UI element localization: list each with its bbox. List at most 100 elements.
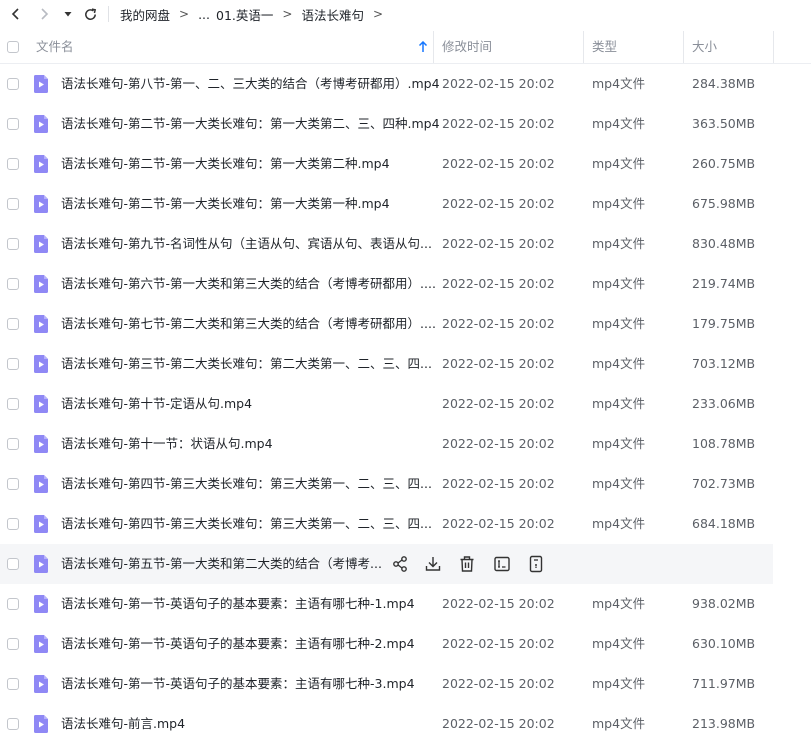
file-type: mp4文件: [592, 356, 646, 371]
video-file-icon: [34, 315, 48, 333]
breadcrumb-parent[interactable]: 01.英语一: [216, 5, 273, 24]
column-header-name[interactable]: 文件名: [36, 31, 74, 63]
file-size: 219.74MB: [692, 276, 756, 291]
row-checkbox[interactable]: [7, 118, 19, 130]
file-name[interactable]: 语法长难句-第三节-第二大类长难句：第二大类第一、二、三、四...: [61, 344, 432, 384]
row-checkbox[interactable]: [7, 718, 19, 730]
file-row[interactable]: 语法长难句-第八节-第一、二、三大类的结合（考博考研都用）.mp4 2022-0…: [0, 64, 773, 104]
file-size: 108.78MB: [692, 436, 756, 451]
video-file-icon: [34, 515, 48, 533]
file-row[interactable]: 语法长难句-前言.mp4 2022-02-15 20:02 mp4文件 213.…: [0, 704, 773, 744]
file-row[interactable]: 语法长难句-第九节-名词性从句（主语从句、宾语从句、表语从句... 2022-0…: [0, 224, 773, 264]
column-divider[interactable]: [433, 31, 434, 63]
row-checkbox[interactable]: [7, 278, 19, 290]
file-row[interactable]: 语法长难句-第六节-第一大类和第三大类的结合（考博考研都用）.... 2022-…: [0, 264, 773, 304]
sort-ascending-icon[interactable]: [418, 41, 428, 53]
file-row[interactable]: 语法长难句-第四节-第三大类长难句：第三大类第一、二、三、四... 2022-0…: [0, 504, 773, 544]
file-size: 284.38MB: [692, 76, 756, 91]
select-all-checkbox[interactable]: [7, 41, 19, 53]
row-checkbox[interactable]: [7, 638, 19, 650]
share-icon[interactable]: [391, 555, 409, 573]
file-type: mp4文件: [592, 196, 646, 211]
file-type: mp4文件: [592, 596, 646, 611]
file-row[interactable]: 语法长难句-第二节-第一大类长难句：第一大类第二种.mp4 2022-02-15…: [0, 144, 773, 184]
row-checkbox[interactable]: [7, 558, 19, 570]
file-size: 179.75MB: [692, 316, 756, 331]
column-divider[interactable]: [583, 31, 584, 63]
forward-button[interactable]: [34, 4, 54, 24]
row-checkbox[interactable]: [7, 478, 19, 490]
file-modified-time: 2022-02-15 20:02: [442, 476, 555, 491]
row-checkbox[interactable]: [7, 398, 19, 410]
file-name[interactable]: 语法长难句-第二节-第一大类长难句：第一大类第一种.mp4: [61, 184, 390, 224]
file-row[interactable]: 语法长难句-第十节-定语从句.mp4 2022-02-15 20:02 mp4文…: [0, 384, 773, 424]
file-size: 938.02MB: [692, 596, 756, 611]
file-name[interactable]: 语法长难句-第一节-英语句子的基本要素：主语有哪七种-2.mp4: [61, 624, 415, 664]
file-row[interactable]: 语法长难句-第四节-第三大类长难句：第三大类第一、二、三、四... 2022-0…: [0, 464, 773, 504]
details-icon[interactable]: [527, 555, 545, 573]
row-checkbox[interactable]: [7, 198, 19, 210]
history-dropdown-button[interactable]: [60, 4, 76, 24]
file-size: 684.18MB: [692, 516, 756, 531]
rename-icon[interactable]: [493, 555, 511, 573]
file-row[interactable]: 语法长难句-第五节-第一大类和第二大类的结合（考博考...: [0, 544, 773, 584]
file-row[interactable]: 语法长难句-第一节-英语句子的基本要素：主语有哪七种-3.mp4 2022-02…: [0, 664, 773, 704]
refresh-button[interactable]: [80, 4, 100, 24]
file-row[interactable]: 语法长难句-第二节-第一大类长难句：第一大类第二、三、四种.mp4 2022-0…: [0, 104, 773, 144]
file-name[interactable]: 语法长难句-第二节-第一大类长难句：第一大类第二、三、四种.mp4: [61, 104, 440, 144]
breadcrumb-root[interactable]: 我的网盘: [120, 5, 170, 24]
column-header-modified[interactable]: 修改时间: [442, 31, 492, 63]
file-row[interactable]: 语法长难句-第一节-英语句子的基本要素：主语有哪七种-1.mp4 2022-02…: [0, 584, 773, 624]
file-name[interactable]: 语法长难句-第四节-第三大类长难句：第三大类第一、二、三、四...: [61, 464, 432, 504]
row-checkbox[interactable]: [7, 518, 19, 530]
file-name[interactable]: 语法长难句-第七节-第二大类和第三大类的结合（考博考研都用）....: [61, 304, 436, 344]
caret-down-icon: [64, 12, 72, 17]
download-icon[interactable]: [424, 555, 442, 573]
file-size: 675.98MB: [692, 196, 756, 211]
file-size: 260.75MB: [692, 156, 756, 171]
file-type: mp4文件: [592, 236, 646, 251]
row-checkbox[interactable]: [7, 358, 19, 370]
row-checkbox[interactable]: [7, 78, 19, 90]
video-file-icon: [34, 715, 48, 733]
file-name[interactable]: 语法长难句-第九节-名词性从句（主语从句、宾语从句、表语从句...: [61, 224, 432, 264]
row-checkbox[interactable]: [7, 438, 19, 450]
file-row[interactable]: 语法长难句-第十一节：状语从句.mp4 2022-02-15 20:02 mp4…: [0, 424, 773, 464]
file-name[interactable]: 语法长难句-第四节-第三大类长难句：第三大类第一、二、三、四...: [61, 504, 432, 544]
back-button[interactable]: [6, 4, 26, 24]
row-checkbox[interactable]: [7, 238, 19, 250]
file-type: mp4文件: [592, 716, 646, 731]
file-modified-time: 2022-02-15 20:02: [442, 596, 555, 611]
file-row[interactable]: 语法长难句-第七节-第二大类和第三大类的结合（考博考研都用）.... 2022-…: [0, 304, 773, 344]
refresh-icon: [84, 7, 96, 20]
file-name[interactable]: 语法长难句-第二节-第一大类长难句：第一大类第二种.mp4: [61, 144, 390, 184]
file-type: mp4文件: [592, 116, 646, 131]
column-divider[interactable]: [773, 31, 774, 63]
file-row[interactable]: 语法长难句-第三节-第二大类长难句：第二大类第一、二、三、四... 2022-0…: [0, 344, 773, 384]
file-row[interactable]: 语法长难句-第二节-第一大类长难句：第一大类第一种.mp4 2022-02-15…: [0, 184, 773, 224]
file-name[interactable]: 语法长难句-第一节-英语句子的基本要素：主语有哪七种-3.mp4: [61, 664, 415, 704]
file-modified-time: 2022-02-15 20:02: [442, 276, 555, 291]
row-checkbox[interactable]: [7, 158, 19, 170]
file-type: mp4文件: [592, 276, 646, 291]
file-name[interactable]: 语法长难句-第六节-第一大类和第三大类的结合（考博考研都用）....: [61, 264, 436, 304]
breadcrumb-current[interactable]: 语法长难句: [301, 5, 364, 24]
file-name[interactable]: 语法长难句-第十节-定语从句.mp4: [61, 384, 252, 424]
row-checkbox[interactable]: [7, 318, 19, 330]
file-row[interactable]: 语法长难句-第一节-英语句子的基本要素：主语有哪七种-2.mp4 2022-02…: [0, 624, 773, 664]
file-name[interactable]: 语法长难句-第八节-第一、二、三大类的结合（考博考研都用）.mp4: [61, 64, 440, 104]
file-name[interactable]: 语法长难句-第五节-第一大类和第二大类的结合（考博考...: [61, 544, 382, 584]
file-name[interactable]: 语法长难句-前言.mp4: [61, 704, 185, 744]
column-header-size[interactable]: 大小: [692, 31, 717, 63]
delete-icon[interactable]: [458, 555, 476, 573]
file-name[interactable]: 语法长难句-第十一节：状语从句.mp4: [61, 424, 273, 464]
column-divider[interactable]: [683, 31, 684, 63]
column-header-type[interactable]: 类型: [592, 31, 617, 63]
breadcrumb-separator: >: [179, 7, 190, 21]
breadcrumb-ellipsis[interactable]: ...: [198, 7, 210, 22]
row-checkbox[interactable]: [7, 598, 19, 610]
file-name[interactable]: 语法长难句-第一节-英语句子的基本要素：主语有哪七种-1.mp4: [61, 584, 415, 624]
video-file-icon: [34, 435, 48, 453]
file-modified-time: 2022-02-15 20:02: [442, 356, 555, 371]
row-checkbox[interactable]: [7, 678, 19, 690]
